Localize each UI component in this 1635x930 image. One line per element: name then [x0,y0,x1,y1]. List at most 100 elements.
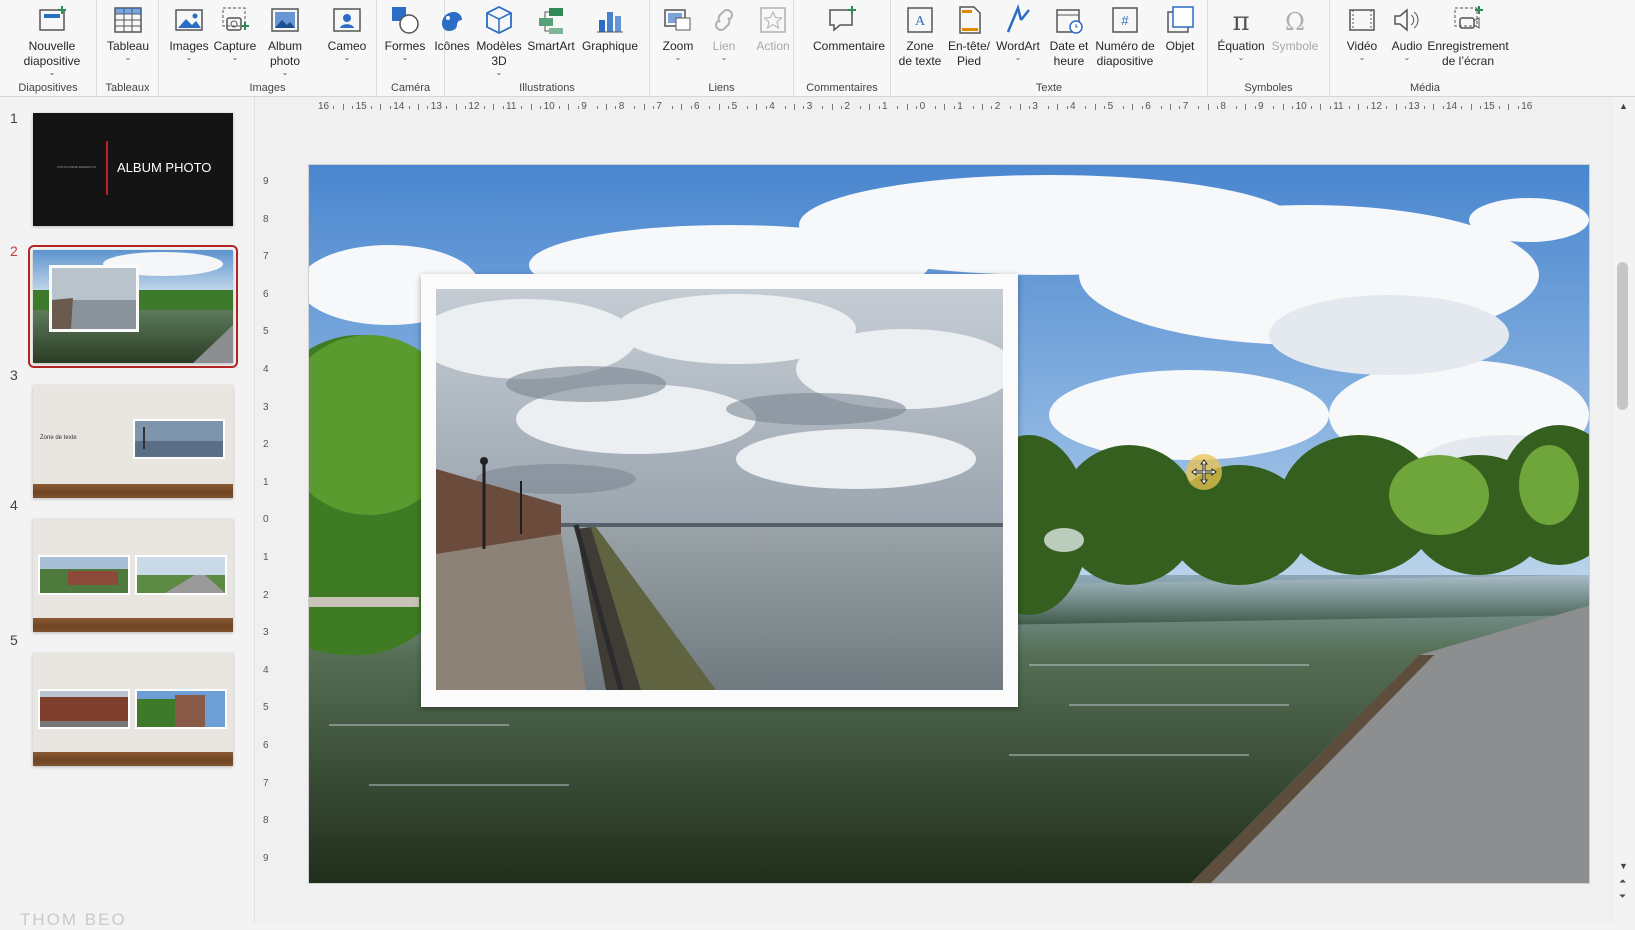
action-icon [760,7,786,33]
previous-slide-icon[interactable]: ⏶ [1619,876,1626,887]
ruler-tick [371,106,372,109]
ribbon-group-label: Diapositives [18,82,78,94]
chart-button[interactable]: Graphique [581,4,639,54]
ruler-tick [483,106,485,109]
slide-thumbnail-pane[interactable]: 1 PORTUGUESE BENEDICTS ALBUM PHOTO 2 3 Z… [0,97,255,929]
slide-thumbnail-4[interactable] [33,519,233,632]
ribbon-group-label: Média [1410,82,1440,94]
photo-album-button[interactable]: Album photo ⌄ [256,4,314,77]
ribbon-button-label: Graphique [581,39,639,53]
ruler-tick-label: 15 [355,101,367,112]
ruler-tick [577,106,579,109]
scroll-down-icon[interactable]: ▼ [1619,861,1628,871]
ruler-tick-label: 14 [1446,101,1458,112]
slide-thumbnail-3[interactable]: Zone de texte [33,385,233,498]
slide-number-1: 1 [10,110,18,126]
slide-number-4: 4 [10,497,18,513]
smartart-button[interactable]: SmartArt [522,4,580,54]
ruler-tick [559,106,560,109]
ruler-tick-label: 8 [1220,101,1226,112]
ruler-tick [953,106,955,109]
object-button[interactable]: Objet [1151,4,1209,54]
images-icon [175,9,203,31]
ruler-tick-label: 6 [263,288,269,300]
ruler-tick [1029,106,1030,109]
video-icon [1349,9,1375,31]
ribbon-button-label: Tableau [106,39,150,53]
ruler-tick [1517,106,1519,109]
screenshot-icon [222,7,249,31]
ruler-tick [1292,106,1294,109]
ruler-tick [1085,106,1087,109]
ruler-tick [1329,106,1331,109]
table-button[interactable]: Tableau ⌄ [99,4,157,62]
ruler-tick-label: 7 [263,777,269,789]
cameo-button[interactable]: Cameo ⌄ [318,4,376,62]
ribbon-button-label: Symbole [1271,39,1319,53]
ribbon-button-label: Nouvelle diapositive [23,39,81,68]
ruler-tick [728,106,730,109]
ruler-tick [1461,106,1463,109]
ruler-tick-label: 3 [263,401,269,413]
ruler-tick [1245,104,1247,110]
ruler-tick [380,104,382,110]
scrollbar-thumb[interactable] [1617,262,1628,410]
ruler-tick [1057,104,1059,110]
ruler-tick [869,104,871,110]
screen-recording-button[interactable]: Enregistrement de l’écran [1425,4,1511,69]
ruler-tick-label: 6 [1145,101,1151,112]
slide-thumbnail-2[interactable] [28,245,238,368]
ruler-tick-label: 8 [263,815,269,827]
ruler-tick [615,106,617,109]
zoom-icon [664,9,691,31]
ruler-tick [493,104,495,110]
ruler-tick [747,106,748,109]
inner-photo [436,289,1003,690]
comment-button[interactable]: Commentaire [813,4,885,54]
chevron-down-icon: ⌄ [720,53,728,62]
ribbon-group-label: Texte [1035,82,1063,94]
ruler-tick-label: 3 [263,627,269,639]
slide-thumbnail-1[interactable]: PORTUGUESE BENEDICTS ALBUM PHOTO [33,113,233,226]
slide-thumbnail-5[interactable] [33,653,233,766]
ruler-tick-label: 12 [468,101,480,112]
ribbon-group-9: Vidéo ⌄ Audio ⌄ Enregistrement de l’écran Méd… [1330,0,1520,97]
ruler-tick [935,106,936,109]
ribbon-group-label: Images [249,82,286,94]
scroll-up-icon[interactable]: ▲ [1619,101,1628,111]
equation-button[interactable]: π Équation ⌄ [1212,4,1270,62]
ribbon-group-8: π Équation ⌄ Ω Symbole Symboles [1208,0,1330,97]
slide5-photo-right [135,689,227,729]
3d-models-button[interactable]: Modèles 3D ⌄ [470,4,528,77]
current-slide[interactable] [308,164,1590,884]
3d-models-icon [486,5,512,35]
ruler-tick [1254,106,1256,109]
photo-album-icon [271,8,299,32]
ruler-tick [1395,104,1397,110]
new-slide-button[interactable]: Nouvelle diapositive ⌄ [9,4,95,77]
ruler-tick [521,106,523,109]
ruler-tick-label: 4 [1070,101,1076,112]
ruler-tick-label: 5 [1107,101,1114,112]
chevron-down-icon: ⌄ [495,68,503,77]
ruler-tick [606,104,607,110]
ruler-tick [1470,104,1472,110]
ruler-tick-label: 10 [1295,101,1307,112]
ruler-tick [653,106,654,109]
framed-photo[interactable] [421,274,1018,707]
ruler-tick [389,106,391,109]
next-slide-icon[interactable]: ⏷ [1619,891,1626,902]
slide4-photo-left [38,555,130,595]
date-time-icon [1056,9,1083,34]
svg-text:π: π [1232,7,1249,36]
slide1-subtitle: PORTUGUESE BENEDICTS [57,165,96,169]
ruler-tick [1207,104,1209,110]
slide3-photo [133,419,225,459]
ribbon-group-label: Tableaux [105,82,150,94]
vertical-scrollbar[interactable]: ▲ ▼ ⏶ ⏷ [1614,97,1635,924]
ruler-tick [897,106,899,109]
ruler-tick [418,104,419,110]
ruler-tick-label: 14 [393,101,405,112]
ruler-tick [596,106,598,109]
ruler-tick [709,106,711,109]
